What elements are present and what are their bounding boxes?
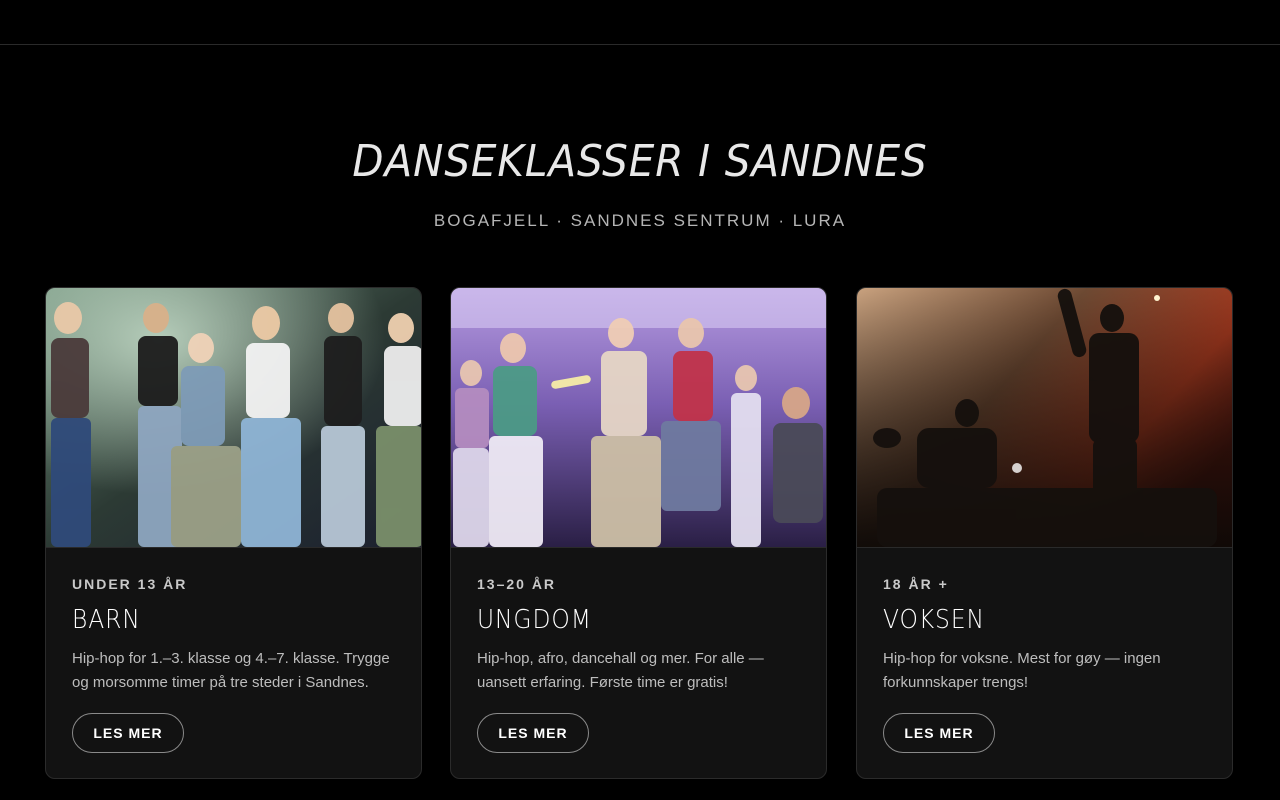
page-title: DANSEKLASSER I SANDNES — [352, 136, 928, 187]
class-card-ungdom[interactable]: 13–20 ÅR UNGDOM Hip-hop, afro, dancehall… — [450, 287, 827, 779]
card-photo-barn — [46, 288, 421, 548]
class-card-voksen[interactable]: 18 ÅR + VOKSEN Hip-hop for voksne. Mest … — [856, 287, 1233, 779]
top-nav-bar — [0, 0, 1280, 45]
card-description: Hip-hop, afro, dancehall og mer. For all… — [477, 650, 764, 691]
card-photo-ungdom — [451, 288, 826, 548]
locations-subtitle: BOGAFJELL · SANDNES SENTRUM · LURA — [433, 211, 847, 230]
card-title: UNGDOM — [477, 605, 592, 635]
card-description: Hip-hop for 1.–3. klasse og 4.–7. klasse… — [72, 650, 390, 691]
card-description: Hip-hop for voksne. Mest for gøy — ingen… — [883, 650, 1161, 691]
card-age-label: 18 ÅR + — [883, 576, 949, 592]
card-title: VOKSEN — [883, 605, 985, 635]
card-photo-voksen — [857, 288, 1232, 548]
class-card-barn[interactable]: UNDER 13 ÅR BARN Hip-hop for 1.–3. klass… — [45, 287, 422, 779]
card-age-label: 13–20 ÅR — [477, 576, 557, 592]
les-mer-button-ungdom[interactable]: LES MER — [477, 713, 589, 753]
les-mer-button-barn[interactable]: LES MER — [72, 713, 184, 753]
card-title: BARN — [72, 605, 141, 635]
card-age-label: UNDER 13 ÅR — [72, 576, 188, 592]
les-mer-button-voksen[interactable]: LES MER — [883, 713, 995, 753]
